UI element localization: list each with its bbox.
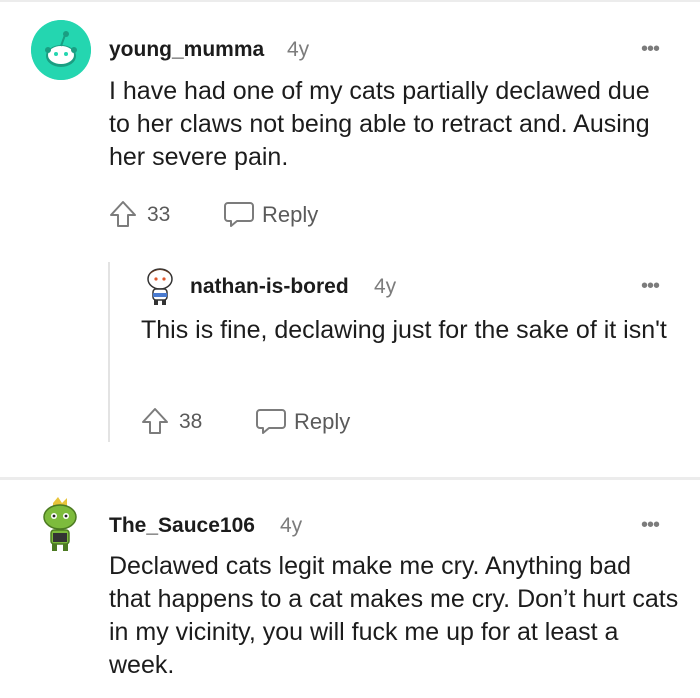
more-options-icon[interactable]: ••• — [641, 515, 660, 535]
vote-count: 38 — [179, 410, 203, 433]
comment-body: Declawed cats legit make me cry. Anythin… — [109, 552, 679, 679]
reply-bubble-icon[interactable] — [223, 199, 255, 229]
user-avatar[interactable] — [141, 265, 179, 307]
comment-age: 4y — [374, 275, 397, 298]
snoo-avatar-icon — [43, 497, 77, 551]
thread-line[interactable] — [108, 262, 110, 442]
upvote-arrow-icon[interactable] — [108, 199, 138, 229]
comment-body: This is fine, declawing just for the sak… — [141, 316, 667, 344]
reply-bubble-icon[interactable] — [255, 406, 287, 436]
snoo-avatar-icon — [31, 20, 91, 80]
comment-age: 4y — [280, 514, 303, 537]
username[interactable]: The_Sauce106 — [109, 514, 255, 538]
username[interactable]: nathan-is-bored — [190, 275, 349, 299]
user-avatar[interactable] — [31, 20, 91, 80]
comment-age: 4y — [287, 38, 310, 61]
username[interactable]: young_mumma — [109, 38, 264, 62]
reply-button[interactable]: Reply — [262, 202, 318, 228]
upvote-arrow-icon[interactable] — [140, 406, 170, 436]
snoo-avatar-icon — [147, 268, 173, 305]
more-options-icon[interactable]: ••• — [641, 276, 660, 296]
vote-count: 33 — [147, 203, 171, 226]
user-avatar[interactable] — [36, 495, 84, 555]
reply-button[interactable]: Reply — [294, 409, 350, 435]
thread-divider — [0, 477, 700, 480]
top-divider — [0, 0, 700, 2]
more-options-icon[interactable]: ••• — [641, 39, 660, 59]
comment-body: I have had one of my cats partially decl… — [109, 77, 650, 171]
